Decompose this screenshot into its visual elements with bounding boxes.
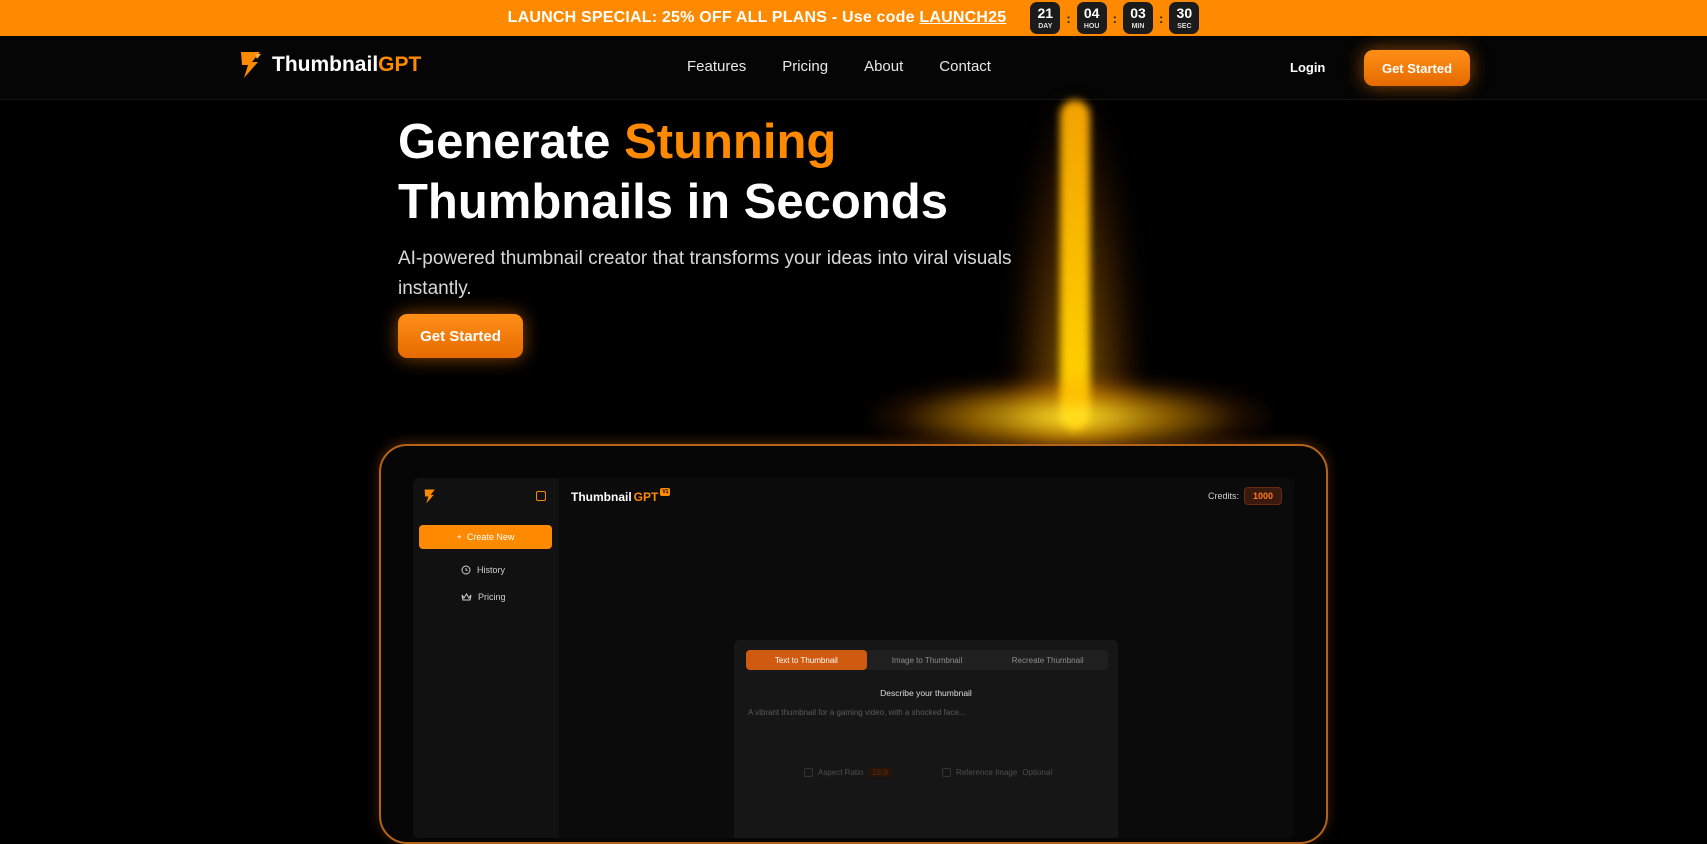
hero-title-highlight: Stunning [624,115,837,169]
hero-subtitle: AI-powered thumbnail creator that transf… [398,248,1012,299]
countdown-minutes: 03 MIN [1123,2,1153,34]
credits-display: Credits: 1000 [1208,487,1282,505]
create-new-button[interactable]: + Create New [419,525,552,549]
sidebar-toggle-icon[interactable] [536,491,546,501]
crown-icon [461,593,472,601]
sidebar-item-pricing[interactable]: Pricing [461,592,506,602]
brand-logo[interactable]: ThumbnailGPT [238,50,421,80]
countdown-seconds: 30 SEC [1169,2,1200,34]
countdown-hours: 04 HOU [1076,2,1107,34]
hero-title: Generate Stunning Thumbnails in Seconds [398,115,948,229]
nav-links: Features Pricing About Contact [687,58,991,75]
credits-value[interactable]: 1000 [1243,487,1282,505]
promo-banner: LAUNCH SPECIAL: 25% OFF ALL PLANS - Use … [0,0,1707,36]
history-icon [461,565,471,575]
light-beam-splash [870,375,1270,445]
app-sidebar: + Create New History Pricing [413,478,559,838]
countdown-days: 21 DAY [1030,2,1061,34]
generator-panel: Text to Thumbnail Image to Thumbnail Rec… [734,640,1118,838]
hero-get-started-button[interactable]: Get Started [398,314,523,358]
login-link[interactable]: Login [1290,60,1325,75]
aspect-ratio-icon [804,768,813,777]
tab-image-to-thumbnail[interactable]: Image to Thumbnail [867,650,988,670]
lightning-logo-icon [241,52,261,78]
image-icon [941,768,951,777]
generator-tabs: Text to Thumbnail Image to Thumbnail Rec… [746,650,1108,670]
reference-image-option[interactable]: Reference Image Optional [941,768,1052,777]
version-badge: V1 [660,488,671,496]
nav-link-pricing[interactable]: Pricing [782,58,828,75]
generator-options: Aspect Ratio 16:9 Reference Image Optional [804,768,1052,777]
promo-text: LAUNCH SPECIAL: 25% OFF ALL PLANS - Use … [507,9,1007,26]
nav-link-features[interactable]: Features [687,58,746,75]
tab-text-to-thumbnail[interactable]: Text to Thumbnail [746,650,867,670]
describe-label: Describe your thumbnail [880,688,972,698]
aspect-ratio-option[interactable]: Aspect Ratio 16:9 [804,768,892,777]
prompt-input[interactable]: A vibrant thumbnail for a gaming video, … [748,708,965,717]
lightning-logo-icon [424,489,435,504]
promo-code[interactable]: LAUNCH25 [919,9,1006,26]
top-navigation: ThumbnailGPT Features Pricing About Cont… [0,36,1707,100]
sidebar-item-history[interactable]: History [461,565,505,575]
nav-get-started-button[interactable]: Get Started [1364,50,1470,86]
plus-icon: + [456,532,462,542]
app-title: Thumbnail GPT V1 [571,488,671,504]
app-preview-screen: + Create New History Pricing Thumbnail GPT… [413,478,1294,838]
countdown-timer: 21 DAY : 04 HOU : 03 MIN : 30 SEC [1030,2,1200,34]
tab-recreate-thumbnail[interactable]: Recreate Thumbnail [987,650,1108,670]
credits-label: Credits: [1207,491,1239,501]
nav-link-about[interactable]: About [864,58,903,75]
brand-name: ThumbnailGPT [272,53,422,76]
nav-link-contact[interactable]: Contact [939,58,991,75]
